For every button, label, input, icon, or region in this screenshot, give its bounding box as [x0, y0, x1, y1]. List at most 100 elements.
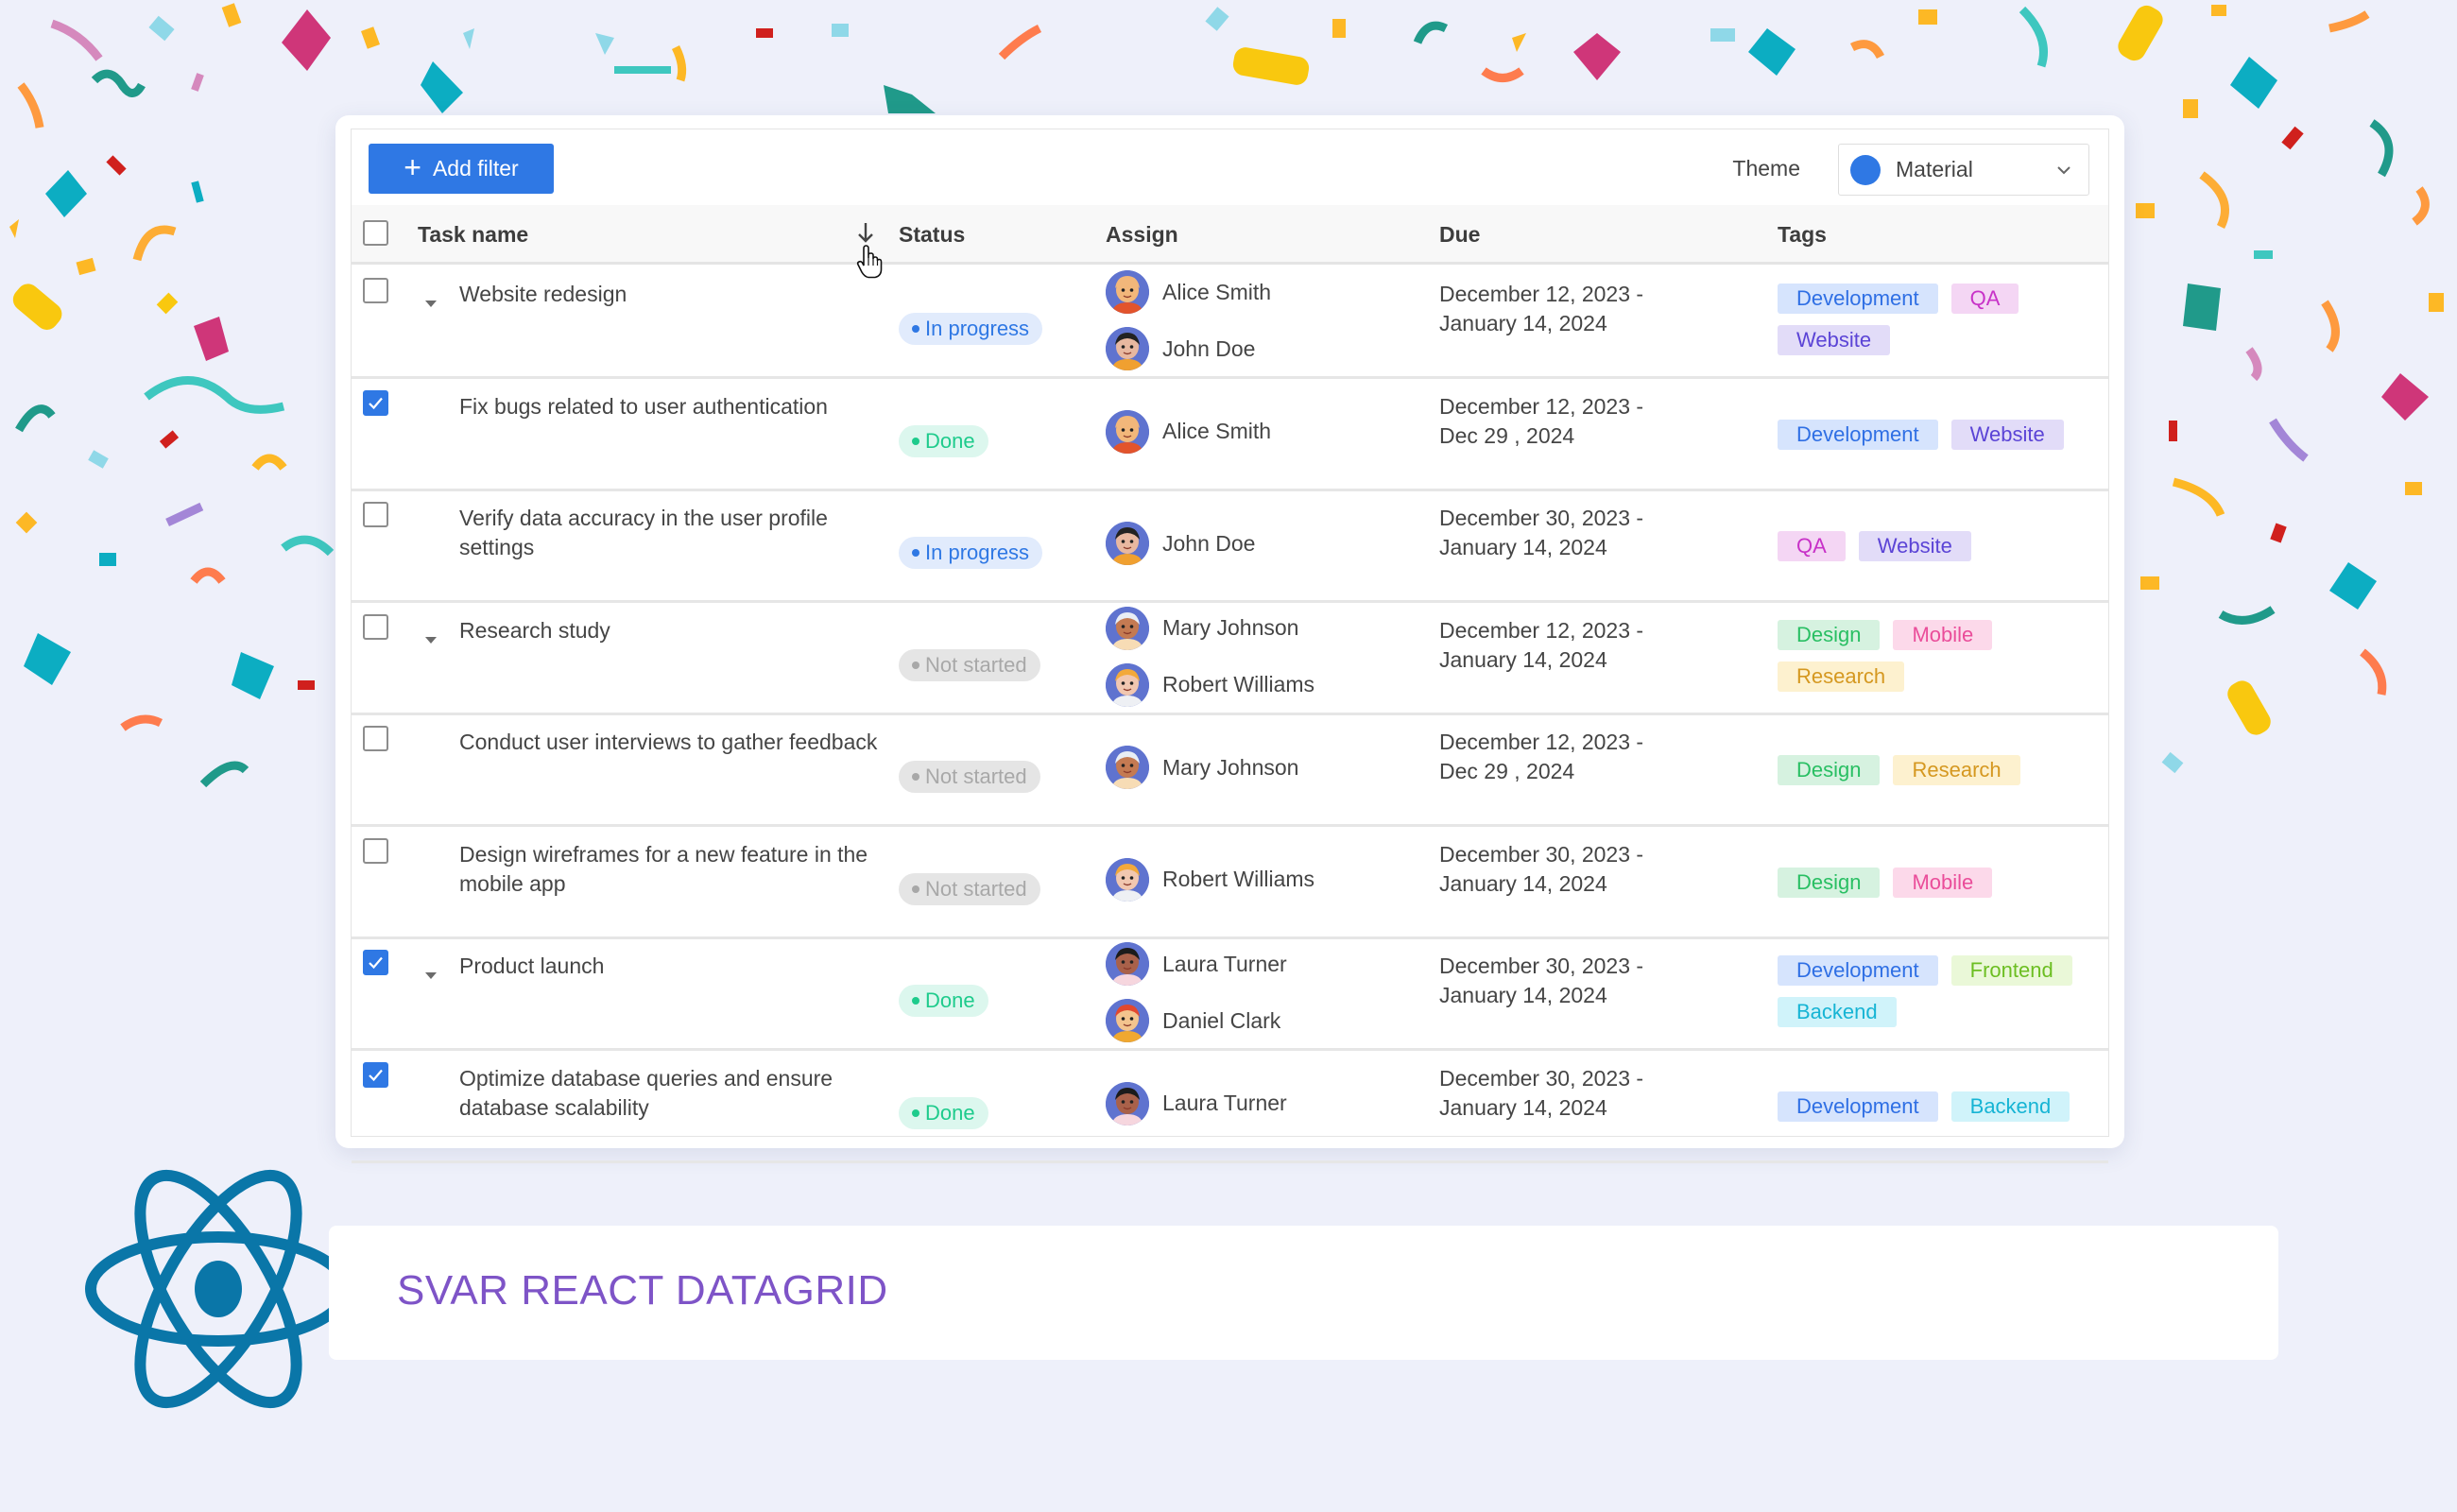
due-start: December 12, 2023 - [1439, 617, 1644, 643]
due-end: January 14, 2024 [1439, 870, 1607, 896]
column-header-status[interactable]: Status [899, 222, 965, 248]
toolbar: + Add filter Theme Material [352, 129, 2108, 207]
tags-cell: Development Backend [1778, 1091, 2089, 1122]
tag-chip: Mobile [1893, 867, 1993, 898]
row-checkbox[interactable] [363, 389, 388, 416]
arrow-down-icon[interactable] [854, 220, 877, 245]
react-logo-icon [85, 1169, 352, 1409]
avatar [1106, 662, 1149, 707]
status-badge: Done [899, 1096, 988, 1129]
status-dot-icon [912, 437, 919, 445]
row-checkbox[interactable] [363, 950, 388, 975]
row-checkbox[interactable] [363, 278, 388, 303]
row-checkbox[interactable] [363, 726, 388, 751]
collapse-caret-icon[interactable] [424, 626, 438, 644]
plus-icon: + [404, 150, 421, 184]
table-row[interactable]: Design wireframes for a new feature in t… [352, 825, 2108, 939]
avatar [1106, 270, 1149, 314]
column-header-assign[interactable]: Assign [1106, 222, 1178, 248]
due-start: December 30, 2023 - [1439, 841, 1644, 867]
theme-color-swatch [1850, 154, 1881, 185]
assignee-name: John Doe [1162, 335, 1256, 361]
tags-cell: QA Website [1778, 531, 2089, 561]
tag-chip: Design [1778, 755, 1881, 785]
status-label: Done [925, 1100, 975, 1125]
table-row[interactable]: Product launch Done Laura Turner Daniel Cla… [352, 936, 2108, 1051]
task-name-cell: Fix bugs related to user authentication [459, 393, 828, 419]
row-checkbox[interactable] [363, 1061, 388, 1088]
assignee: Robert Williams [1106, 857, 1314, 902]
status-label: In progress [925, 541, 1030, 564]
task-name-cell: Product launch [459, 954, 605, 978]
due-start: December 12, 2023 - [1439, 730, 1644, 754]
task-name-cell: Design wireframes for a new feature in t… [459, 841, 868, 896]
status-badge: Not started [899, 648, 1040, 681]
assignee: John Doe [1106, 522, 1255, 565]
table-row[interactable]: Verify data accuracy in the user profile… [352, 489, 2108, 603]
due-end: January 14, 2024 [1439, 1094, 1607, 1120]
assignee-name: Mary Johnson [1162, 615, 1299, 640]
add-filter-label: Add filter [432, 156, 519, 180]
datagrid-card: + Add filter Theme Material Task name St… [335, 115, 2124, 1163]
assignee: Mary Johnson [1106, 746, 1298, 789]
table-row[interactable]: Research study Not started Mary Johnson Rob… [352, 601, 2108, 715]
row-checkbox[interactable] [363, 613, 388, 640]
column-header-due[interactable]: Due [1439, 222, 1480, 248]
table-row[interactable]: Website redesign In progress Alice Smith Jo… [352, 265, 2108, 379]
tag-chip: Research [1893, 755, 2020, 785]
assignee-name: Laura Turner [1162, 951, 1287, 976]
status-dot-icon [912, 885, 919, 893]
status-badge: Done [899, 424, 988, 457]
due-cell: December 30, 2023 - January 14, 2024 [1439, 840, 1643, 899]
tags-cell: Development QA Website [1778, 284, 2089, 355]
tag-chip: Backend [1950, 1091, 2070, 1122]
assignee-name: John Doe [1162, 530, 1256, 556]
checkmark-icon [369, 397, 383, 409]
due-cell: December 30, 2023 - January 14, 2024 [1439, 952, 1643, 1010]
due-end: January 14, 2024 [1439, 535, 1607, 559]
task-name-cell: Conduct user interviews to gather feedba… [459, 730, 878, 754]
due-start: December 30, 2023 - [1439, 954, 1644, 978]
due-end: Dec 29 , 2024 [1439, 759, 1575, 783]
tag-chip: Website [1950, 419, 2064, 450]
due-end: January 14, 2024 [1439, 646, 1607, 672]
due-end: January 14, 2024 [1439, 983, 1607, 1007]
tag-chip: Development [1778, 419, 1938, 450]
product-banner: SVAR REACT DATAGRID [329, 1226, 2278, 1360]
task-name-cell: Verify data accuracy in the user profile… [459, 506, 828, 559]
tags-cell: Design Mobile Research [1778, 619, 2089, 692]
collapse-caret-icon[interactable] [424, 289, 438, 307]
status-label: Not started [925, 765, 1027, 788]
assignee: Daniel Clark [1106, 999, 1280, 1042]
table-row[interactable]: Conduct user interviews to gather feedba… [352, 713, 2108, 827]
column-header-tags[interactable]: Tags [1778, 222, 1827, 248]
theme-label: Theme [1732, 156, 1800, 180]
row-checkbox[interactable] [363, 837, 388, 864]
theme-select[interactable]: Material [1838, 144, 2089, 196]
avatar [1106, 857, 1149, 902]
due-start: December 30, 2023 - [1439, 1065, 1644, 1091]
table-row[interactable]: Fix bugs related to user authentication D… [352, 377, 2108, 491]
assignee: Mary Johnson [1106, 606, 1299, 650]
row-checkbox[interactable] [363, 502, 388, 527]
select-all-checkbox[interactable] [363, 220, 388, 246]
column-header-task-name[interactable]: Task name [418, 222, 528, 248]
tags-cell: Development Frontend Backend [1778, 955, 2089, 1027]
status-label: Done [925, 988, 975, 1012]
status-badge: Not started [899, 761, 1040, 793]
task-name-cell: Optimize database queries and ensure dat… [459, 1065, 833, 1120]
collapse-caret-icon[interactable] [424, 961, 438, 979]
avatar [1106, 522, 1149, 565]
tag-chip: QA [1778, 531, 1846, 561]
table-row[interactable]: Optimize database queries and ensure dat… [352, 1049, 2108, 1163]
product-title: SVAR REACT DATAGRID [397, 1267, 888, 1314]
tags-cell: Design Research [1778, 755, 2089, 785]
theme-select-value: Material [1896, 157, 1973, 181]
add-filter-button[interactable]: + Add filter [369, 144, 554, 194]
tag-chip: Mobile [1893, 619, 1993, 650]
due-cell: December 12, 2023 - Dec 29 , 2024 [1439, 392, 1643, 451]
avatar [1106, 999, 1149, 1042]
tag-chip: Design [1778, 619, 1881, 650]
assignee-name: Daniel Clark [1162, 1007, 1281, 1033]
tag-chip: Website [1858, 531, 1971, 561]
